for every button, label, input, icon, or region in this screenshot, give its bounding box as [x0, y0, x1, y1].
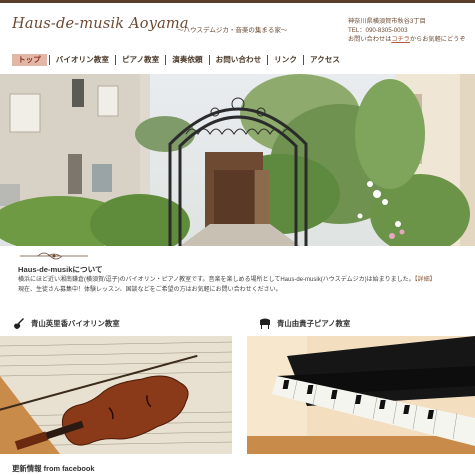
about-line-2: 現在、生徒さん募集中！体験レッスン、国談などをご希望の方はお気軽にお問い合わせく…	[18, 286, 282, 293]
address-text: 神奈川県横須賀市秋谷3丁目	[348, 18, 426, 25]
about-detail-link[interactable]: 【詳細】	[415, 277, 436, 283]
contact-line: お問い合わせはコチラからお気軽にどうぞ	[348, 35, 473, 44]
nav-item-piano[interactable]: ピアノ教室	[116, 54, 165, 66]
top-bar	[0, 0, 475, 3]
nav-item-links[interactable]: リンク	[268, 54, 303, 66]
contact-link[interactable]: コチラ	[391, 36, 410, 43]
about-text: 横浜にほど近い湘南鎌倉(横須賀/逗子)のバイオリン・ピアノ教室です。音楽を楽しめ…	[18, 276, 470, 295]
violin-section-heading[interactable]: 青山英里香バイオリン教室	[12, 316, 120, 330]
violin-section-title: 青山英里香バイオリン教室	[31, 318, 120, 328]
phone-text: TEL：090-8305-0003	[348, 27, 408, 35]
contact-info: 神奈川県横須賀市秋谷3丁目 TEL：090-8305-0003 お問い合わせはコ…	[348, 17, 473, 45]
ornament-divider	[20, 252, 88, 260]
nav-item-performance[interactable]: 演奏依頼	[166, 54, 208, 66]
piano-section-title: 青山由貴子ピアノ教室	[277, 318, 351, 328]
piano-card-image[interactable]	[247, 336, 475, 454]
site-logo[interactable]: Haus-de-musik Aoyama	[12, 16, 189, 32]
piano-section-heading[interactable]: 青山由貴子ピアノ教室	[258, 316, 350, 330]
nav-item-access[interactable]: アクセス	[304, 54, 346, 66]
hero-image	[0, 74, 475, 246]
news-title: 更新情報 from facebook	[12, 464, 95, 473]
nav-item-contact[interactable]: お問い合わせ	[210, 54, 268, 66]
site-tagline: 〜ハウスデムジカ・音楽の集まる家〜	[177, 27, 288, 34]
piano-photo	[247, 336, 475, 454]
violin-card-image[interactable]	[0, 336, 232, 454]
about-line-1: 横浜にほど近い湘南鎌倉(横須賀/逗子)のバイオリン・ピアノ教室です。音楽を楽しめ…	[18, 276, 470, 286]
violin-icon	[14, 318, 24, 329]
contact-suffix: からお気軽にどうぞ	[409, 36, 466, 44]
piano-icon	[260, 318, 270, 329]
about-title: Haus-de-musikについて	[18, 265, 103, 274]
contact-prefix: お問い合わせは	[348, 36, 392, 44]
nav-item-violin[interactable]: バイオリン教室	[50, 54, 115, 66]
main-nav: トップ バイオリン教室 ピアノ教室 演奏依頼 お問い合わせ リンク アクセス	[12, 53, 346, 67]
nav-item-top[interactable]: トップ	[12, 54, 47, 66]
about-line-1-text: 横浜にほど近い湘南鎌倉(横須賀/逗子)のバイオリン・ピアノ教室です。音楽を楽しめ…	[18, 277, 415, 283]
garden-arch-photo	[0, 74, 475, 246]
violin-photo	[0, 336, 232, 454]
